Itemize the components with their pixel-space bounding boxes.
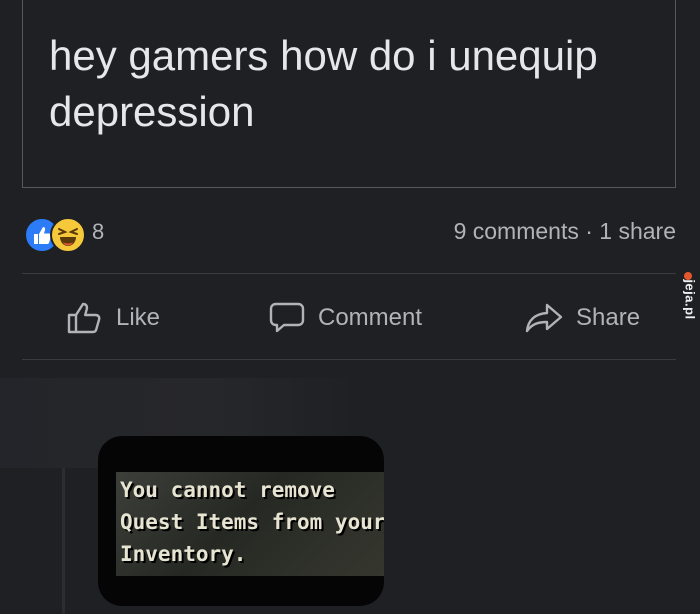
reaction-stats-row: 8 9 comments · 1 share bbox=[22, 213, 676, 253]
comment-image[interactable]: You cannot remove Quest Items from your … bbox=[98, 436, 384, 606]
watermark: jeja.pl bbox=[676, 268, 700, 340]
haha-reaction-icon bbox=[50, 217, 86, 253]
comment-bubble-icon bbox=[268, 300, 306, 336]
comment-button-label: Comment bbox=[318, 304, 423, 331]
game-message-line: Quest Items from your bbox=[120, 510, 384, 534]
watermark-text: jeja.pl bbox=[682, 279, 698, 320]
reaction-count[interactable]: 8 bbox=[92, 219, 104, 245]
like-button[interactable]: Like bbox=[66, 298, 160, 338]
post-text-box: hey gamers how do i unequip depression bbox=[22, 0, 676, 188]
post-actions-bar: Like Comment Share bbox=[22, 276, 676, 360]
comments-shares-count[interactable]: 9 comments · 1 share bbox=[454, 218, 676, 245]
divider bbox=[22, 359, 676, 360]
comment-button[interactable]: Comment bbox=[268, 298, 422, 338]
share-button[interactable]: Share bbox=[524, 298, 640, 338]
comment-thread-line bbox=[62, 468, 65, 614]
share-button-label: Share bbox=[576, 304, 641, 331]
like-button-label: Like bbox=[116, 304, 161, 331]
game-message-line: You cannot remove bbox=[120, 478, 335, 502]
share-arrow-icon bbox=[524, 301, 564, 335]
reaction-icons[interactable] bbox=[24, 215, 88, 253]
post-text: hey gamers how do i unequip depression bbox=[49, 32, 598, 135]
game-message-text: You cannot remove Quest Items from your … bbox=[120, 474, 384, 570]
divider bbox=[22, 273, 676, 274]
thumbs-up-icon bbox=[66, 301, 104, 335]
game-message-line: Inventory. bbox=[120, 542, 247, 566]
